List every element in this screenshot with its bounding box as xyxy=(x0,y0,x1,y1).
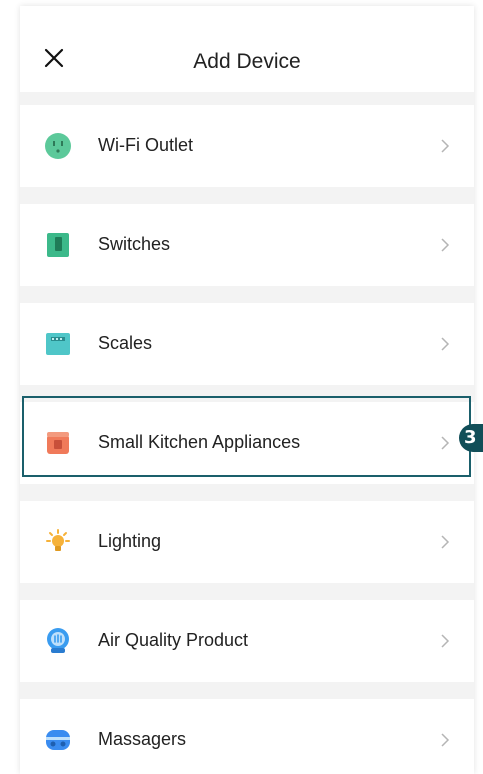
step-number-badge: 3 xyxy=(459,424,483,452)
device-row-scales[interactable]: Scales xyxy=(20,303,474,385)
device-row-label: Lighting xyxy=(98,531,162,551)
device-row-wifi-outlet[interactable]: Wi-Fi Outlet xyxy=(20,105,474,187)
page-title: Add Device xyxy=(193,50,301,73)
chevron-right-icon xyxy=(441,337,450,351)
chevron-right-icon xyxy=(441,436,450,450)
massager-icon xyxy=(46,730,70,750)
device-row-label: Air Quality Product xyxy=(98,630,249,650)
device-row-small-kitchen-appliances[interactable]: Small Kitchen Appliances xyxy=(20,402,474,484)
device-row-label: Scales xyxy=(98,333,153,353)
chevron-right-icon xyxy=(441,139,450,153)
lightbulb-icon xyxy=(46,529,70,551)
device-row-label: Switches xyxy=(98,234,171,254)
scale-icon xyxy=(46,333,70,355)
chevron-right-icon xyxy=(441,238,450,252)
device-row-air-quality-product[interactable]: Air Quality Product xyxy=(20,600,474,682)
switch-icon xyxy=(47,233,69,257)
device-row-switches[interactable]: Switches xyxy=(20,204,474,286)
chevron-right-icon xyxy=(441,634,450,648)
outlet-icon xyxy=(45,133,71,159)
chevron-right-icon xyxy=(441,535,450,549)
phone-screen: Add Device Wi-Fi Outlet Switches Scales … xyxy=(20,6,474,774)
air-purifier-icon xyxy=(47,628,69,653)
device-category-list: Wi-Fi Outlet Switches Scales Small Kitch… xyxy=(20,105,474,774)
chevron-right-icon xyxy=(441,733,450,747)
kitchen-appliance-icon xyxy=(47,432,69,454)
device-row-label: Wi-Fi Outlet xyxy=(98,135,194,155)
device-row-massagers[interactable]: Massagers xyxy=(20,699,474,774)
device-row-lighting[interactable]: Lighting xyxy=(20,501,474,583)
device-row-label: Small Kitchen Appliances xyxy=(98,432,301,452)
device-row-label: Massagers xyxy=(98,729,187,749)
header-bar: Add Device xyxy=(20,6,474,92)
